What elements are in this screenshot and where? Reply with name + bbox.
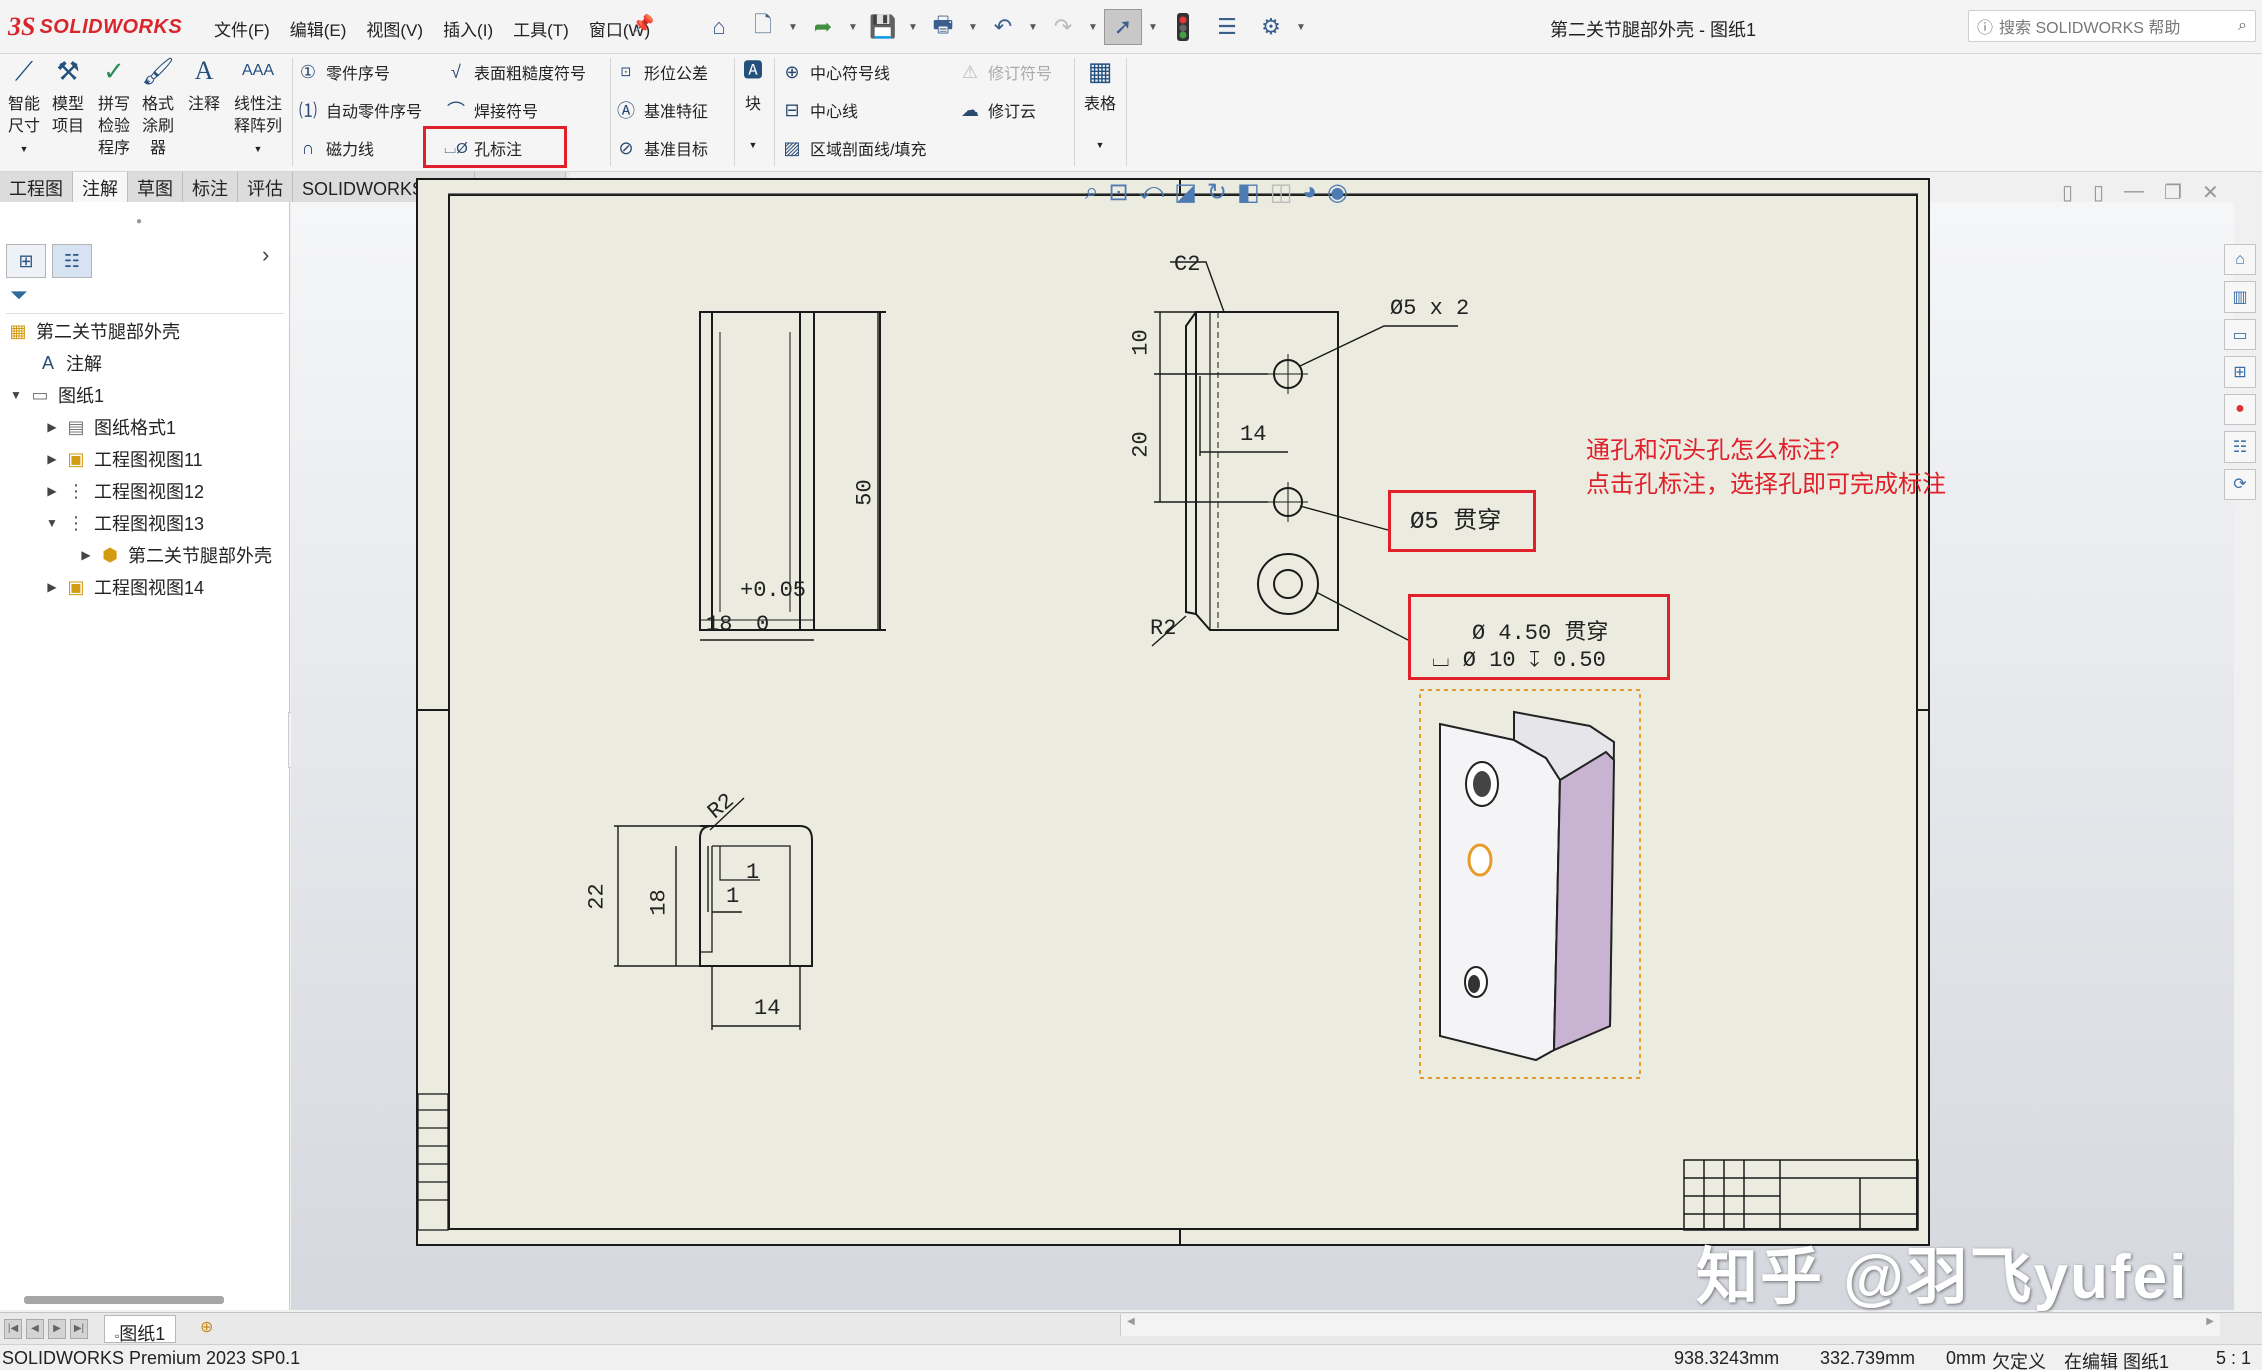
scroll-right-icon[interactable]: ▶ <box>2206 1316 2214 1327</box>
tolerance-zero[interactable]: 0 <box>756 612 769 637</box>
design-library-icon[interactable]: ▥ <box>2224 281 2256 313</box>
dimension-1b[interactable]: 1 <box>726 884 739 909</box>
canvas-horizontal-scrollbar[interactable]: ◀ ▶ <box>1120 1314 2220 1336</box>
tile-left-icon[interactable]: ▯ <box>2062 180 2073 205</box>
heads-up-view-toolbar: ⌕ ⊡ ⤺ ◪ ↻ ◧ ◫ ◕ ◉ <box>1085 178 1348 207</box>
display-style-icon[interactable]: ◧ <box>1237 178 1260 207</box>
rotate-view-icon[interactable]: ↻ <box>1207 178 1227 207</box>
restore-icon[interactable]: ❐ <box>2164 180 2182 205</box>
zoom-to-area-icon[interactable]: ⊡ <box>1108 178 1128 207</box>
zoom-to-fit-icon[interactable]: ⌕ <box>1085 178 1098 207</box>
prev-sheet-icon[interactable]: ◀ <box>26 1319 44 1339</box>
top-view[interactable] <box>699 825 813 967</box>
last-sheet-icon[interactable]: ▶| <box>70 1319 88 1339</box>
dimension-20[interactable]: 20 <box>1129 431 1154 457</box>
status-editing: 在编辑 图纸1 <box>2064 1352 2170 1370</box>
tutorial-note: 通孔和沉头孔怎么标注? 点击孔标注，选择孔即可完成标注 <box>1586 434 1946 502</box>
edit-appearance-icon[interactable]: ◕ <box>1302 178 1317 207</box>
status-x-coordinate: 938.3243mm <box>1674 1348 1780 1368</box>
close-icon[interactable]: ✕ <box>2202 180 2219 205</box>
tile-right-icon[interactable]: ▯ <box>2093 180 2104 205</box>
status-app-version: SOLIDWORKS Premium 2023 SP0.1 <box>2 1348 301 1368</box>
dimension-50[interactable]: 50 <box>853 479 878 505</box>
dimension-10[interactable]: 10 <box>1129 329 1154 355</box>
status-z-coordinate: 0mm <box>1946 1348 1986 1368</box>
dimension-14[interactable]: 14 <box>1240 422 1266 447</box>
appearances-icon[interactable]: ● <box>2224 393 2256 426</box>
hide-show-icon[interactable]: ◫ <box>1270 178 1293 207</box>
minimize-icon[interactable]: — <box>2124 180 2144 205</box>
sheet-tab-1[interactable]: ▫图纸1 <box>104 1315 177 1344</box>
chamfer-dimension[interactable]: C2 <box>1174 252 1200 277</box>
watermark: 知乎 @羽飞yufei <box>1696 1243 2189 1312</box>
dimension-22[interactable]: 22 <box>585 883 610 909</box>
border-ticks <box>418 180 1928 1244</box>
radius-r2-side[interactable]: R2 <box>1150 616 1176 641</box>
solidworks-forum-icon[interactable]: ⟳ <box>2224 468 2256 500</box>
sheet-tab-label: 图纸1 <box>119 1324 166 1344</box>
previous-view-icon[interactable]: ⤺ <box>1139 178 1165 207</box>
hole-count-dimension[interactable]: Ø5 x 2 <box>1390 296 1469 321</box>
dimension-1a[interactable]: 1 <box>746 860 759 885</box>
next-sheet-icon[interactable]: ▶ <box>48 1319 66 1339</box>
view-palette-icon[interactable]: ⊞ <box>2224 356 2256 388</box>
solidworks-resources-icon[interactable]: ⌂ <box>2224 244 2256 276</box>
dimension-base-18[interactable]: 18 <box>706 612 732 637</box>
tutorial-note-line1: 通孔和沉头孔怎么标注? <box>1586 437 1840 464</box>
status-y-coordinate: 332.739mm <box>1820 1348 1916 1368</box>
status-scale[interactable]: 5 : 1 <box>2216 1348 2251 1369</box>
isometric-view[interactable] <box>1439 710 1616 1062</box>
scroll-left-icon[interactable]: ◀ <box>1127 1316 1135 1327</box>
dimension-18[interactable]: 18 <box>647 889 672 915</box>
task-pane-tabs: ⌂ ▥ ▭ ⊞ ● ☷ ⟳ <box>2222 244 2258 500</box>
dimension-14-top[interactable]: 14 <box>754 996 780 1021</box>
status-definition-state: 欠定义 <box>1992 1352 2046 1370</box>
tolerance-plus[interactable]: +0.05 <box>740 578 806 603</box>
section-view-icon[interactable]: ◪ <box>1174 178 1197 207</box>
add-sheet-icon[interactable]: ⊕ <box>200 1317 213 1337</box>
first-sheet-icon[interactable]: |◀ <box>4 1319 22 1339</box>
file-explorer-icon[interactable]: ▭ <box>2224 318 2256 351</box>
hole-callout-2-line1[interactable]: Ø 4.50 贯穿 <box>1472 614 1608 646</box>
hole-callout-2-line2[interactable]: ⌴ Ø 10 ↧ 0.50 <box>1432 648 1606 673</box>
scene-icon[interactable]: ◉ <box>1327 178 1348 207</box>
title-block[interactable] <box>1683 1159 1919 1231</box>
hole-callout-1[interactable]: Ø5 贯穿 <box>1410 500 1501 536</box>
custom-properties-icon[interactable]: ☷ <box>2224 431 2256 463</box>
side-view[interactable] <box>1185 311 1339 631</box>
tutorial-note-line2: 点击孔标注，选择孔即可完成标注 <box>1586 471 1946 498</box>
status-bar: SOLIDWORKS Premium 2023 SP0.1 938.3243mm… <box>0 1344 2262 1370</box>
document-window-controls: ▯ ▯ — ❐ ✕ <box>2062 180 2219 205</box>
left-margin-blocks <box>417 1093 449 1231</box>
solidworks-window: 3S SOLIDWORKS 文件(F) 编辑(E) 视图(V) 插入(I) 工具… <box>0 0 2262 1370</box>
